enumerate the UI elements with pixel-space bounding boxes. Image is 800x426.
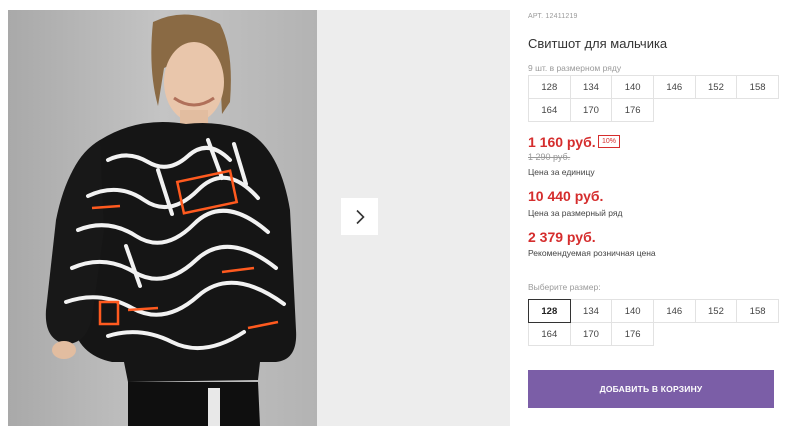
size-row-cell: 128 bbox=[528, 75, 571, 99]
choose-size-label: Выберите размер: bbox=[528, 282, 601, 292]
size-row-cell: 134 bbox=[569, 75, 613, 99]
size-option-selected[interactable]: 128 bbox=[528, 299, 571, 323]
size-selector: 128 134 140 146 152 158 164 170 176 bbox=[528, 299, 779, 346]
add-to-cart-button[interactable]: ДОБАВИТЬ В КОРЗИНУ bbox=[528, 370, 774, 408]
size-row-cell: 146 bbox=[652, 75, 696, 99]
size-row-cell: 176 bbox=[611, 98, 654, 122]
size-option[interactable]: 140 bbox=[611, 299, 654, 323]
size-row-grid: 128 134 140 146 152 158 164 170 176 bbox=[528, 75, 779, 122]
price-unit-label: Цена за единицу bbox=[528, 167, 595, 177]
size-option[interactable]: 134 bbox=[569, 299, 613, 323]
product-title: Свитшот для мальчика bbox=[528, 36, 668, 51]
size-row-cell: 164 bbox=[528, 98, 571, 122]
discount-badge: 10% bbox=[598, 135, 621, 148]
product-gallery bbox=[8, 10, 510, 426]
size-option[interactable]: 164 bbox=[528, 322, 571, 346]
chevron-right-icon bbox=[355, 209, 365, 224]
product-photo bbox=[8, 10, 317, 426]
article-number: АРТ. 12411219 bbox=[528, 13, 578, 20]
size-option[interactable]: 158 bbox=[736, 299, 779, 323]
price-old: 1 290 руб. bbox=[528, 152, 571, 162]
price-rrp-label: Рекомендуемая розничная цена bbox=[528, 248, 656, 258]
price-set: 10 440 руб. bbox=[528, 188, 604, 204]
size-option[interactable]: 176 bbox=[611, 322, 654, 346]
price-rrp: 2 379 руб. bbox=[528, 229, 596, 245]
price-unit: 1 160 руб. bbox=[528, 134, 596, 150]
product-photo-illustration bbox=[8, 10, 317, 426]
size-option[interactable]: 146 bbox=[652, 299, 696, 323]
next-image-button[interactable] bbox=[341, 198, 378, 235]
size-row-cell: 158 bbox=[736, 75, 779, 99]
size-row-cell: 152 bbox=[694, 75, 738, 99]
price-set-label: Цена за размерный ряд bbox=[528, 208, 623, 218]
size-option[interactable]: 170 bbox=[569, 322, 613, 346]
size-row-count: 9 шт. в размерном ряду bbox=[528, 63, 622, 73]
size-row-cell: 140 bbox=[611, 75, 654, 99]
size-option[interactable]: 152 bbox=[694, 299, 738, 323]
size-row-cell: 170 bbox=[569, 98, 613, 122]
